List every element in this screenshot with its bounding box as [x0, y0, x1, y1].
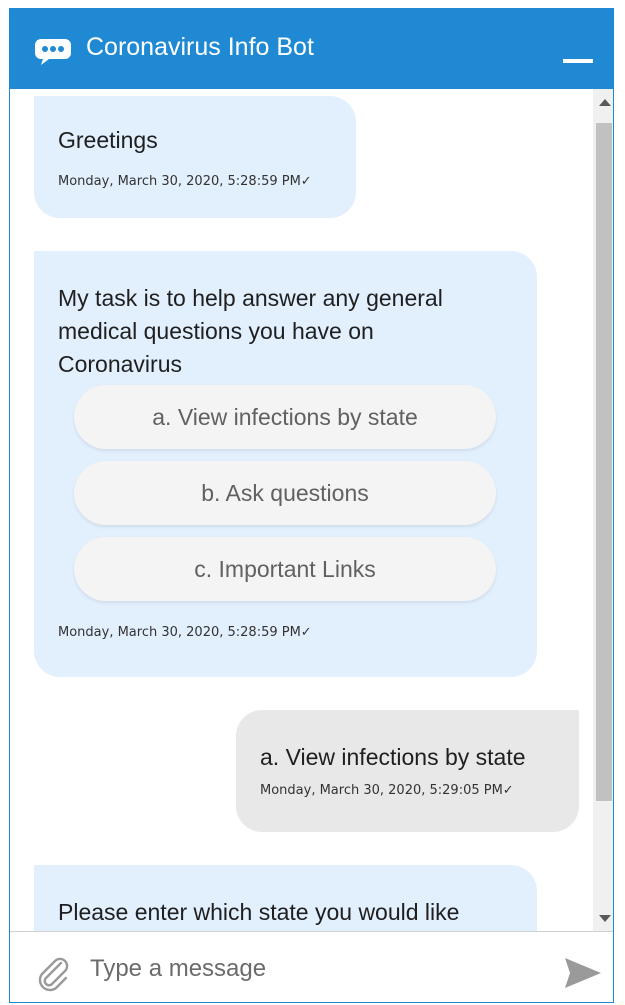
chat-header: Coronavirus Info Bot	[10, 9, 613, 89]
option-important-links-button[interactable]: c. Important Links	[74, 537, 496, 601]
scroll-up-arrow-icon[interactable]	[599, 99, 611, 106]
message-composer	[10, 931, 613, 1002]
option-ask-questions-button[interactable]: b. Ask questions	[74, 461, 496, 525]
option-view-infections-button[interactable]: a. View infections by state	[74, 385, 496, 449]
chat-widget: Coronavirus Info Bot Greetings Monday, M…	[9, 8, 614, 1003]
message-input[interactable]	[88, 948, 552, 990]
bot-message: My task is to help answer any general me…	[34, 251, 537, 677]
bot-message: Please enter which state you would like	[34, 865, 537, 931]
chat-title: Coronavirus Info Bot	[86, 33, 314, 61]
message-text-line: Coronavirus	[58, 351, 182, 377]
bot-message: Greetings Monday, March 30, 2020, 5:28:5…	[34, 96, 356, 218]
message-list[interactable]: Greetings Monday, March 30, 2020, 5:28:5…	[10, 89, 590, 931]
scroll-down-arrow-icon[interactable]	[599, 915, 611, 922]
chat-bubble-icon	[35, 39, 71, 65]
scrollbar-thumb[interactable]	[596, 123, 612, 801]
message-timestamp: Monday, March 30, 2020, 5:28:59 PM✓	[58, 174, 312, 189]
minimize-button[interactable]	[563, 59, 593, 63]
paperclip-icon[interactable]	[34, 954, 72, 992]
user-message: a. View infections by state Monday, Marc…	[236, 710, 579, 832]
message-text-line: My task is to help answer any general	[58, 285, 443, 311]
scrollbar[interactable]	[593, 89, 613, 931]
message-timestamp: Monday, March 30, 2020, 5:29:05 PM✓	[260, 783, 514, 798]
message-text: a. View infections by state	[260, 744, 526, 770]
message-text: Greetings	[58, 127, 158, 153]
message-timestamp: Monday, March 30, 2020, 5:28:59 PM✓	[58, 625, 312, 640]
message-text-line: medical questions you have on	[58, 318, 374, 344]
message-text: Please enter which state you would like	[58, 899, 460, 925]
send-icon[interactable]	[563, 956, 603, 990]
